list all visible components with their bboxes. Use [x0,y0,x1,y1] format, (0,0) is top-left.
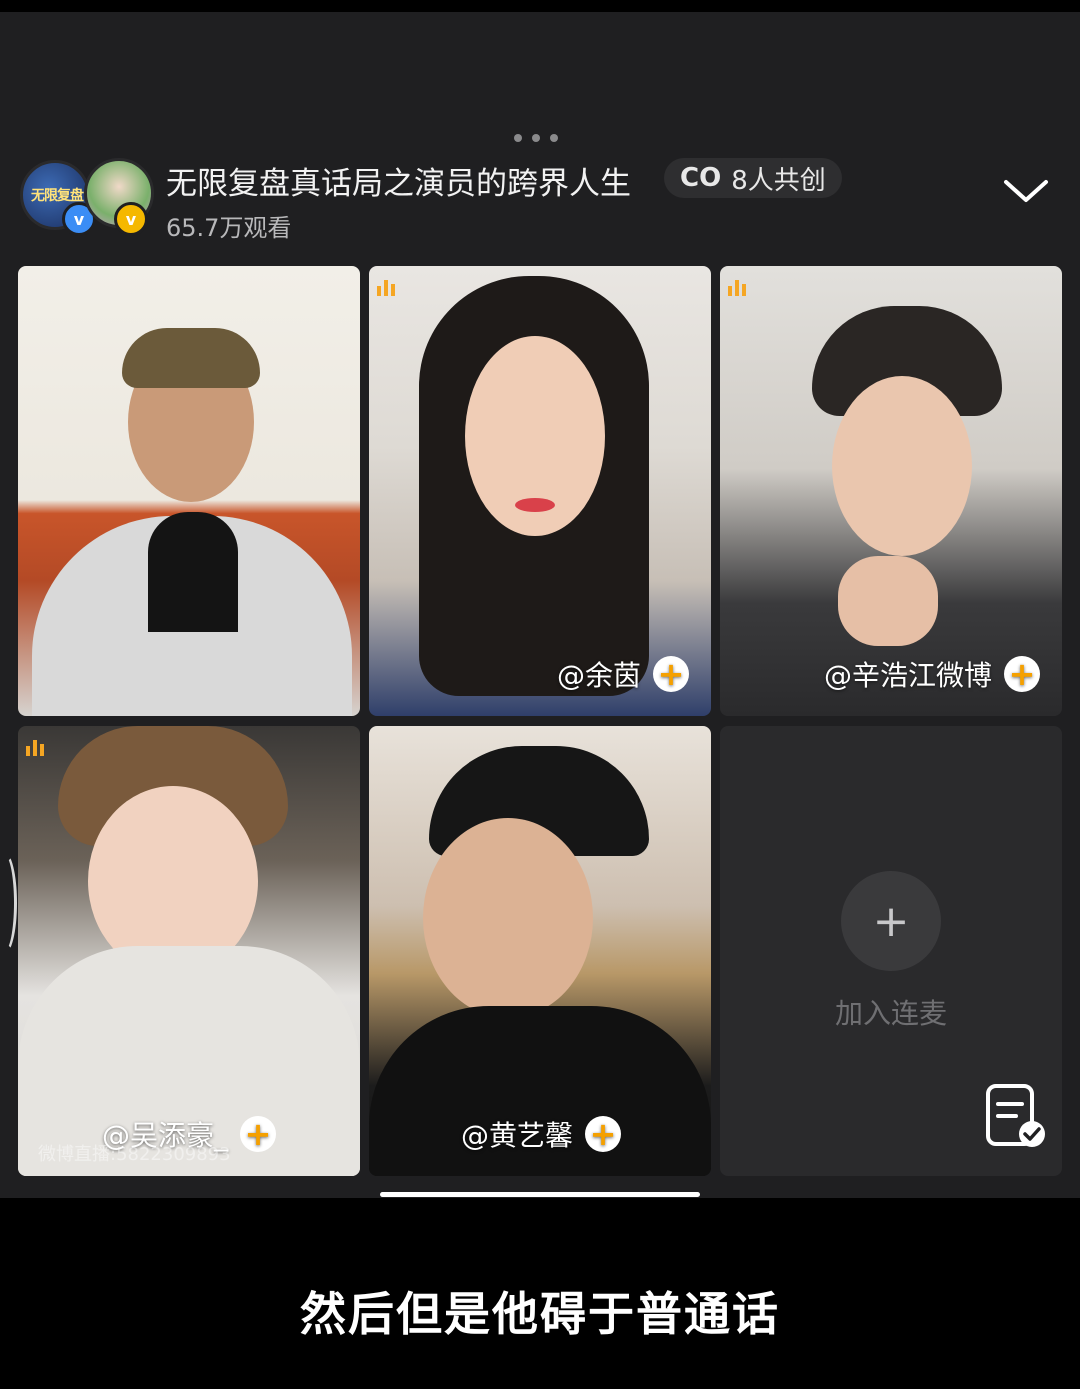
cocreate-badge[interactable]: CO 8人共创 [664,158,842,198]
person-lips [515,498,555,512]
guest-name[interactable]: @黄艺馨 [461,1114,573,1154]
cocreate-icon: CO [680,163,722,193]
person-face [832,376,972,556]
follow-plus-icon[interactable]: + [240,1116,276,1152]
audio-signal-icon [26,740,44,756]
viewer-count: 65.7万观看 [166,214,292,242]
video-tile-guest-1[interactable]: @余茵 + [369,266,711,716]
chevron-down-icon[interactable] [1002,176,1050,206]
follow-plus-icon[interactable]: + [585,1116,621,1152]
join-plus-icon[interactable]: + [841,871,941,971]
guest-name-bar: @黄艺馨 + [461,1114,621,1154]
video-tile-guest-4[interactable]: @黄艺馨 + [369,726,711,1176]
person-face [423,818,593,1018]
audio-signal-icon [377,280,395,296]
person-hair [122,328,260,388]
person-shirt [148,512,238,632]
follow-plus-icon[interactable]: + [1004,656,1040,692]
video-tile-guest-2[interactable]: @辛浩江微博 + [720,266,1062,716]
guest-name[interactable]: @余茵 [557,654,641,694]
cocreate-label: 8人共创 [731,165,826,196]
guest-name[interactable]: @辛浩江微博 [824,654,992,694]
guest-name-bar: @余茵 + [557,654,689,694]
notes-check-icon[interactable] [984,1082,1048,1152]
audio-signal-icon [728,280,746,296]
room-title: 无限复盘真话局之演员的跨界人生 [166,166,631,202]
more-dots-icon[interactable] [514,134,558,142]
video-tile-host[interactable] [18,266,360,716]
follow-plus-icon[interactable]: + [653,656,689,692]
verified-gold-icon: v [114,202,148,236]
video-subtitle: 然后但是他碍于普通话 [300,1287,780,1341]
weibo-live-watermark: 微博直播:5822309893 [38,1144,231,1165]
video-tile-guest-3[interactable]: @吴添豪_ + 微博直播:5822309893 [18,726,360,1176]
home-indicator[interactable] [380,1192,700,1197]
person-hand [838,556,938,646]
join-mic-label: 加入连麦 [834,997,947,1030]
guest-name-bar: @辛浩江微博 + [824,654,1040,694]
